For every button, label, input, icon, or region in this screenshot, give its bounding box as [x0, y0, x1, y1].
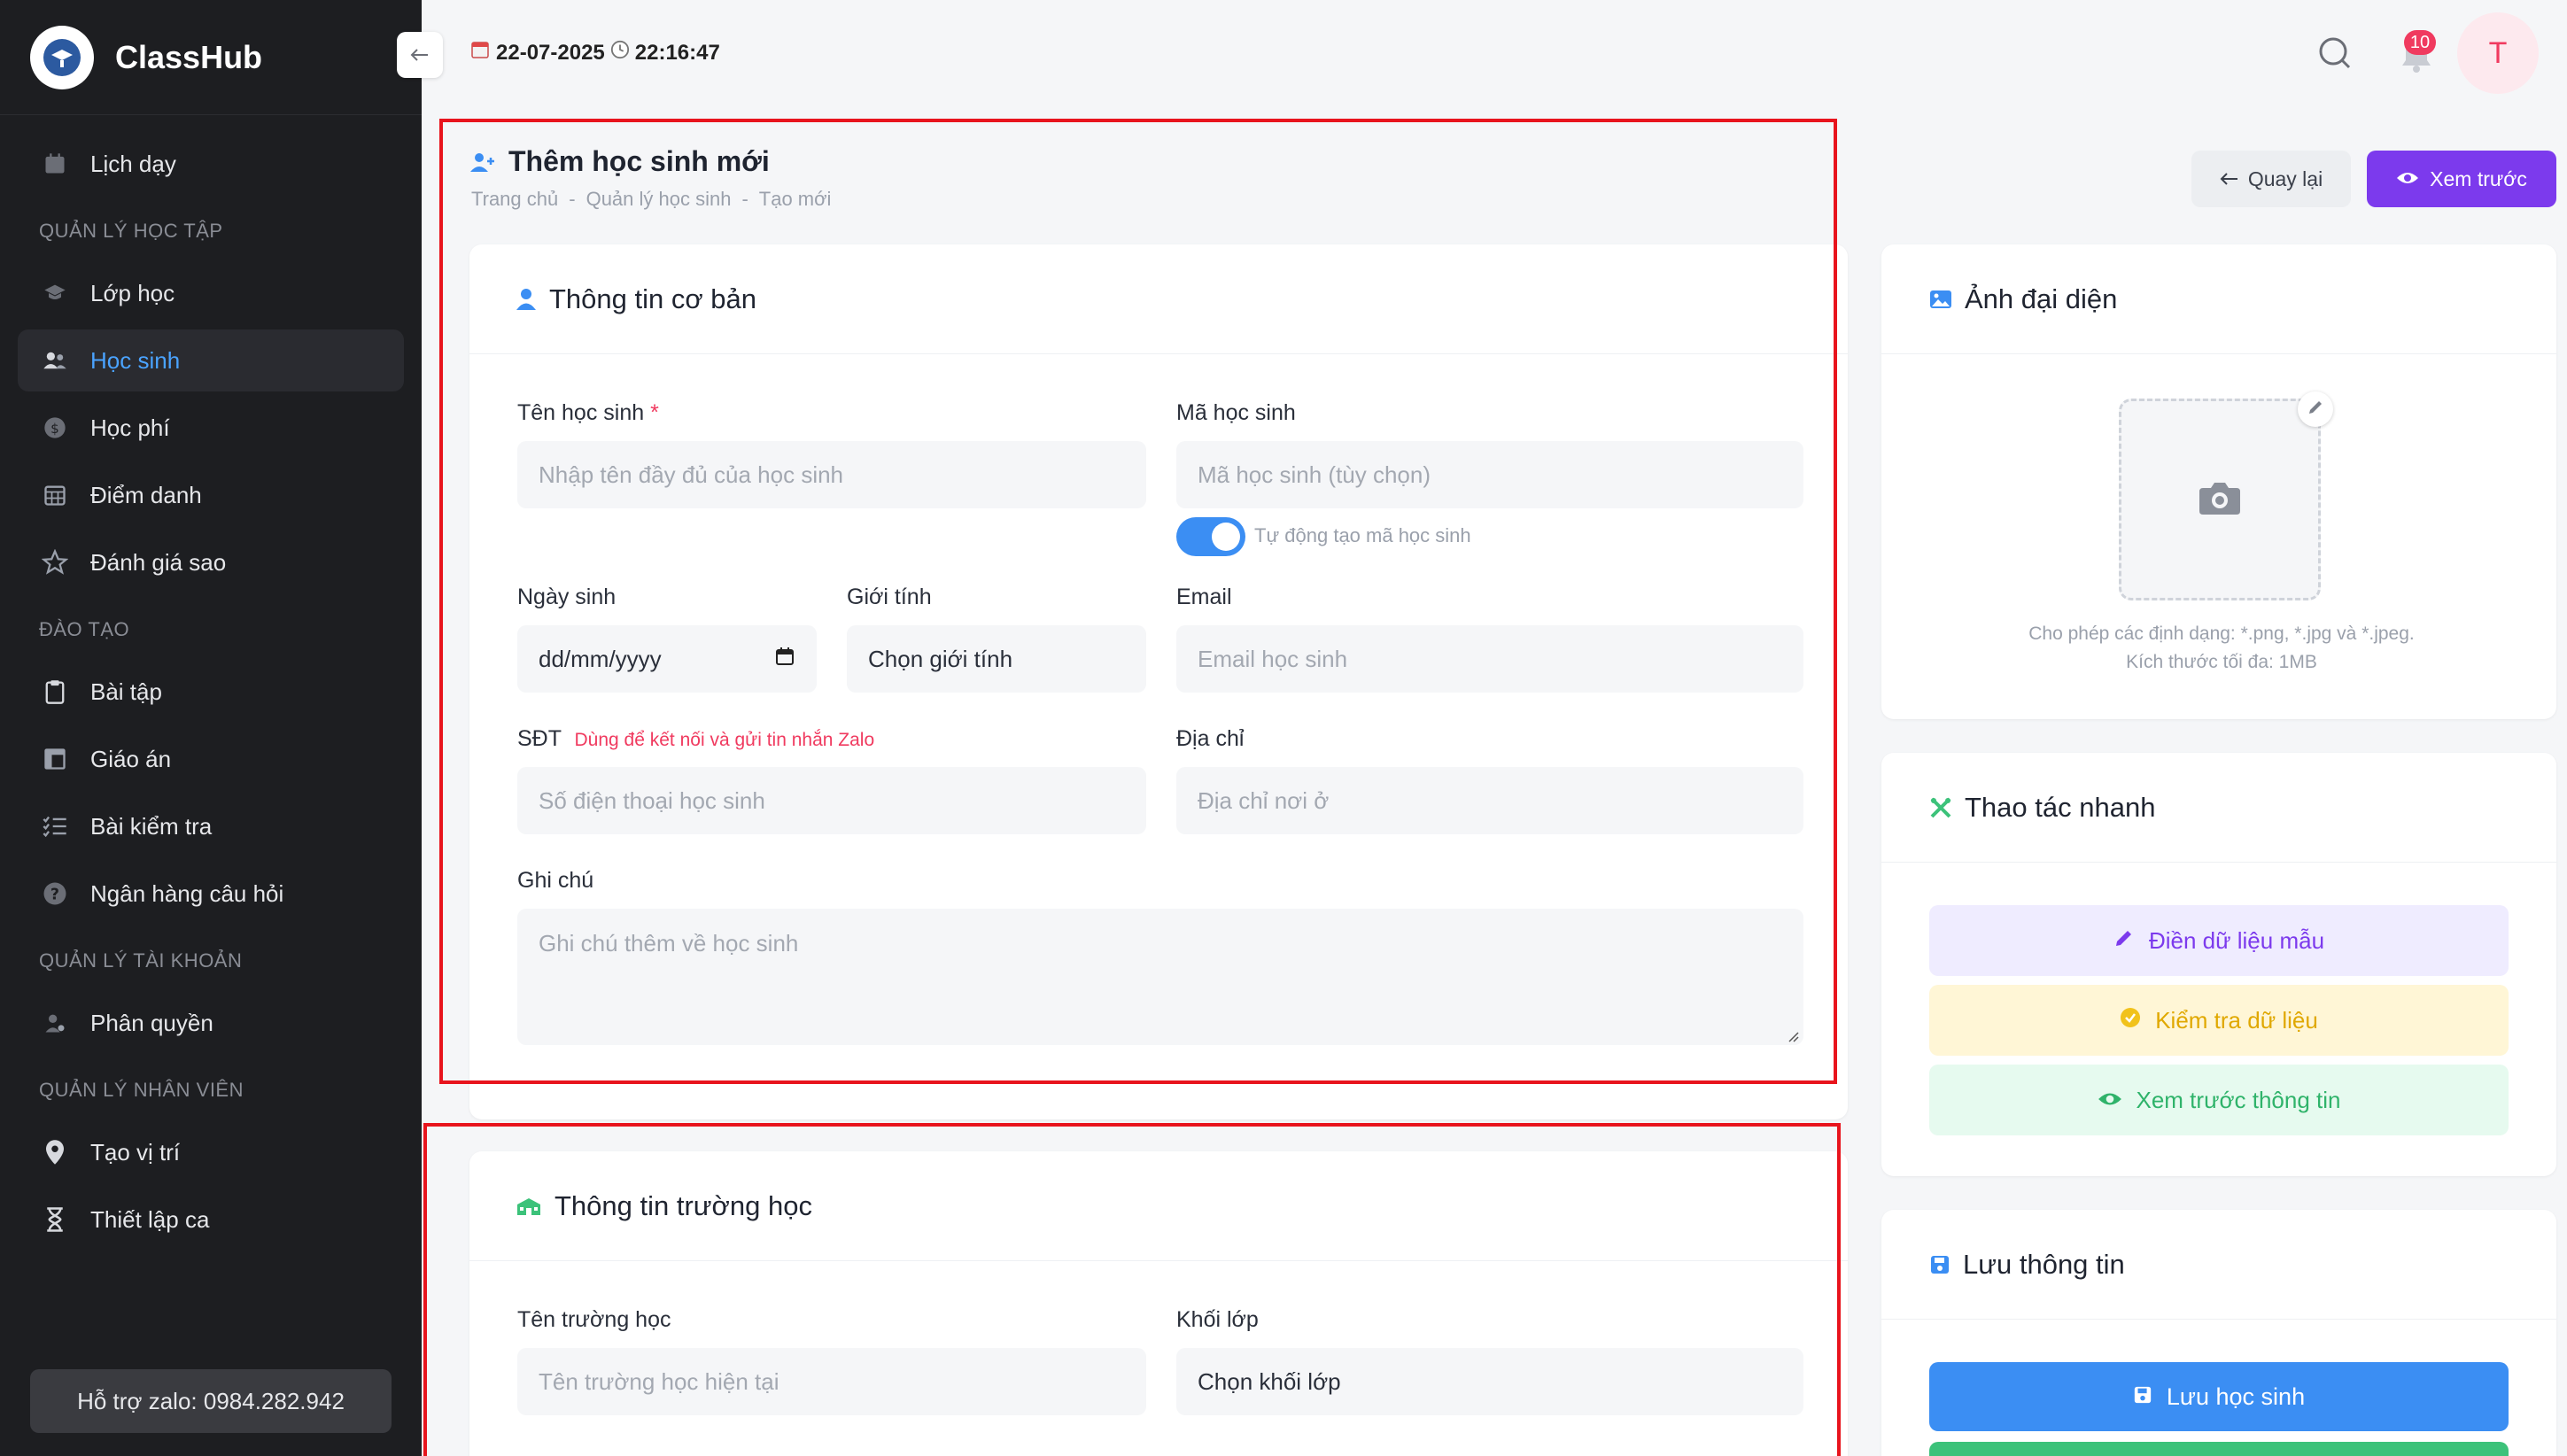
sidebar-item-thiet-lap-ca[interactable]: Thiết lập ca	[18, 1189, 404, 1251]
floppy-icon	[2133, 1383, 2152, 1411]
preview-button[interactable]: Xem trước	[2367, 151, 2556, 207]
pencil-icon	[2113, 927, 2135, 955]
back-button[interactable]: Quay lại	[2191, 151, 2351, 207]
sidebar-item-label: Bài tập	[90, 678, 162, 705]
sidebar-section-title: QUẢN LÝ HỌC TẬP	[39, 220, 223, 242]
search-icon[interactable]	[2317, 35, 2353, 75]
classhub-logo	[30, 25, 94, 89]
fill-sample-label: Điền dữ liệu mẫu	[2148, 926, 2325, 954]
current-time: 22:16:47	[634, 40, 720, 65]
sidebar-item-label: Thiết lập ca	[90, 1205, 210, 1233]
lesson-plan-icon	[41, 745, 69, 773]
question-icon: ?	[41, 879, 69, 908]
sidebar-section-title: ĐÀO TẠO	[39, 618, 130, 640]
quick-actions-header: Thao tác nhanh	[1881, 753, 2556, 863]
eye-icon	[2098, 1087, 2122, 1114]
secondary-action-button[interactable]	[1929, 1442, 2509, 1456]
image-icon	[1929, 290, 1952, 309]
sidebar-item-bai-tap[interactable]: Bài tập	[18, 661, 404, 723]
check-circle-icon	[2120, 1007, 2141, 1034]
location-icon	[41, 1138, 69, 1166]
dollar-icon: $	[41, 414, 69, 442]
sidebar-item-label: Giáo án	[90, 745, 172, 772]
zalo-support-button[interactable]: Hỗ trợ zalo: 0984.282.942	[30, 1369, 392, 1433]
sidebar-item-label: Bài kiểm tra	[90, 812, 213, 840]
clipboard-icon	[41, 678, 69, 706]
sidebar-item-bai-kiem-tra[interactable]: Bài kiểm tra	[18, 795, 404, 857]
sidebar-item-label: Học sinh	[90, 346, 181, 374]
sidebar-item-label: Tạo vị trí	[90, 1138, 181, 1166]
sidebar-item-label: Lớp học	[90, 279, 175, 306]
arrow-left-icon	[410, 49, 428, 61]
sidebar: ClassHub Lịch dạy QUẢN LÝ HỌC TẬP Lớp họ…	[0, 0, 422, 1456]
preview-info-label: Xem trước thông tin	[2136, 1086, 2341, 1113]
sidebar-item-lop-hoc[interactable]: Lớp học	[18, 262, 404, 324]
sidebar-item-label: Ngân hàng câu hỏi	[90, 879, 284, 907]
sidebar-section-title: QUẢN LÝ NHÂN VIÊN	[39, 1079, 244, 1101]
class-icon	[41, 279, 69, 307]
sidebar-item-ngan-hang-cau-hoi[interactable]: ? Ngân hàng câu hỏi	[18, 863, 404, 925]
notification-badge: 10	[2404, 30, 2436, 55]
check-data-button[interactable]: Kiểm tra dữ liệu	[1929, 985, 2509, 1056]
sidebar-item-label: Điểm danh	[90, 481, 202, 508]
save-card-header: Lưu thông tin	[1881, 1210, 2556, 1320]
avatar-format-hint: Cho phép các định dạng: *.png, *.jpg và …	[2028, 623, 2415, 644]
sidebar-nav: Lịch dạy QUẢN LÝ HỌC TẬP Lớp học Học sin…	[0, 115, 422, 1251]
quick-actions-title: Thao tác nhanh	[1965, 791, 2156, 823]
preview-info-button[interactable]: Xem trước thông tin	[1929, 1065, 2509, 1135]
highlight-box-basic-info	[439, 119, 1837, 1084]
sidebar-section-title: QUẢN LÝ TÀI KHOẢN	[39, 949, 243, 972]
sidebar-item-lich-day[interactable]: Lịch dạy	[18, 133, 404, 195]
current-datetime: 22-07-2025 22:16:47	[469, 39, 720, 66]
tools-icon	[1929, 796, 1952, 819]
save-student-button[interactable]: Lưu học sinh	[1929, 1362, 2509, 1431]
sidebar-item-danh-gia-sao[interactable]: Đánh giá sao	[18, 531, 404, 593]
calendar-icon	[41, 150, 69, 178]
fill-sample-button[interactable]: Điền dữ liệu mẫu	[1929, 905, 2509, 976]
sidebar-item-tao-vi-tri[interactable]: Tạo vị trí	[18, 1121, 404, 1183]
user-permission-icon	[41, 1009, 69, 1037]
students-icon	[41, 346, 69, 375]
sidebar-item-label: Phân quyền	[90, 1009, 213, 1036]
avatar-card-header: Ảnh đại diện	[1881, 244, 2556, 354]
avatar-size-hint: Kích thước tối đa: 1MB	[2126, 652, 2317, 672]
sidebar-item-label: Đánh giá sao	[90, 548, 227, 576]
clock-icon	[610, 40, 630, 66]
sidebar-item-hoc-sinh[interactable]: Học sinh	[18, 329, 404, 391]
save-card-title: Lưu thông tin	[1963, 1248, 2125, 1280]
save-student-label: Lưu học sinh	[2166, 1382, 2306, 1410]
arrow-left-icon	[2220, 167, 2239, 191]
checklist-icon	[41, 812, 69, 840]
avatar-upload-area[interactable]	[2119, 399, 2321, 600]
current-date: 22-07-2025	[496, 40, 605, 65]
sidebar-item-label: Lịch dạy	[90, 150, 176, 177]
attendance-icon	[41, 481, 69, 509]
sidebar-item-label: Học phí	[90, 414, 170, 441]
user-avatar[interactable]: T	[2457, 12, 2539, 94]
svg-text:?: ?	[50, 886, 59, 903]
check-data-label: Kiểm tra dữ liệu	[2155, 1006, 2318, 1034]
avatar-card-title: Ảnh đại diện	[1965, 283, 2118, 314]
calendar-emoji-icon	[469, 39, 491, 66]
camera-icon	[2198, 479, 2242, 521]
collapse-sidebar-button[interactable]	[397, 32, 443, 78]
svg-text:$: $	[50, 421, 59, 437]
sidebar-item-phan-quyen[interactable]: Phân quyền	[18, 992, 404, 1054]
sidebar-item-diem-danh[interactable]: Điểm danh	[18, 464, 404, 526]
edit-avatar-button[interactable]	[2298, 391, 2333, 427]
back-button-label: Quay lại	[2247, 167, 2323, 190]
pencil-icon	[2307, 399, 2324, 421]
star-icon	[41, 548, 69, 577]
brand[interactable]: ClassHub	[0, 0, 422, 115]
floppy-icon	[1929, 1254, 1950, 1275]
hourglass-icon	[41, 1205, 69, 1234]
sidebar-item-hoc-phi[interactable]: $ Học phí	[18, 397, 404, 459]
highlight-box-school-info	[423, 1123, 1841, 1456]
eye-icon	[2396, 167, 2419, 191]
sidebar-item-giao-an[interactable]: Giáo án	[18, 728, 404, 790]
brand-name: ClassHub	[115, 38, 263, 75]
preview-button-label: Xem trước	[2430, 167, 2527, 190]
